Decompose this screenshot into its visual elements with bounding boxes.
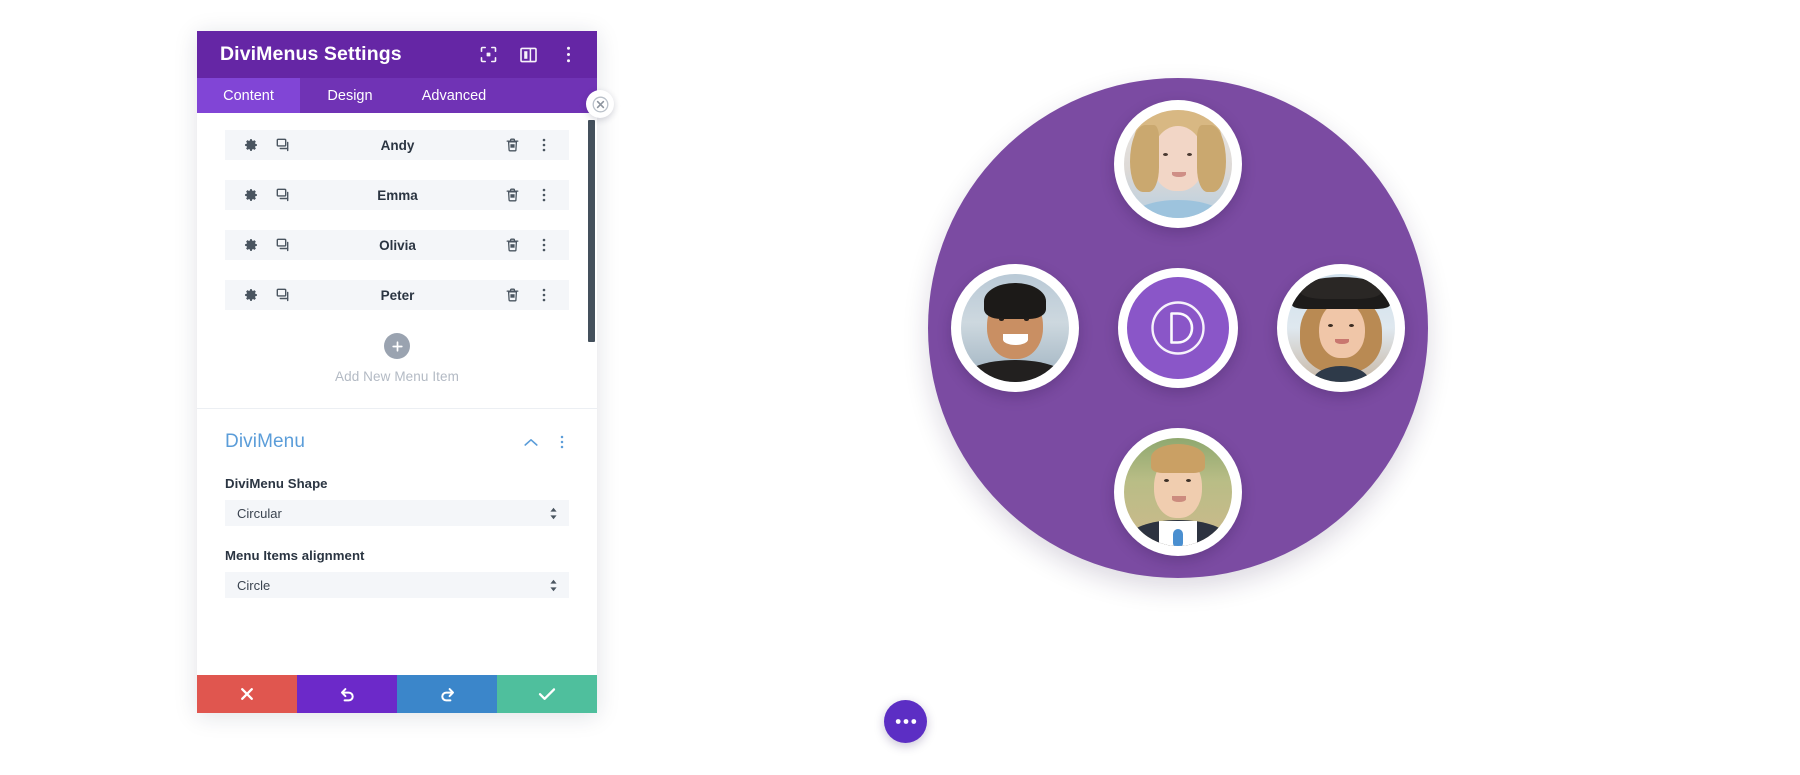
section-actions bbox=[524, 435, 569, 449]
avatar[interactable] bbox=[1114, 428, 1242, 556]
row-left-actions bbox=[243, 238, 290, 253]
field-divimenu-shape: DiviMenu Shape Circular bbox=[225, 476, 569, 526]
tab-advanced[interactable]: Advanced bbox=[400, 78, 508, 113]
row-right-actions bbox=[505, 238, 551, 253]
divimenu-shape-select[interactable]: Circular bbox=[225, 500, 569, 526]
panel-scrollbar[interactable] bbox=[588, 120, 595, 590]
divimenu-section: DiviMenu DiviMenu Shape Circular Menu It… bbox=[197, 409, 597, 598]
gear-icon[interactable] bbox=[243, 288, 258, 303]
undo-button[interactable] bbox=[297, 675, 397, 713]
avatar-image bbox=[1124, 110, 1232, 218]
page-title: DiviMenus Settings bbox=[220, 43, 402, 65]
panel-footer bbox=[197, 675, 597, 713]
field-label: DiviMenu Shape bbox=[225, 476, 328, 491]
section-header: DiviMenu bbox=[225, 431, 569, 453]
add-new-menu-item-button[interactable]: Add New Menu Item bbox=[197, 330, 597, 408]
more-vertical-icon[interactable] bbox=[559, 46, 577, 64]
field-menu-items-alignment: Menu Items alignment Circle bbox=[225, 548, 569, 598]
list-item-label: Olivia bbox=[379, 237, 416, 253]
avatar[interactable] bbox=[1114, 100, 1242, 228]
gear-icon[interactable] bbox=[243, 188, 258, 203]
avatar-image bbox=[1287, 274, 1395, 382]
tab-content[interactable]: Content bbox=[197, 78, 300, 113]
row-right-actions bbox=[505, 138, 551, 153]
panel-body: Andy Emma Olivia Peter Add New Menu Item… bbox=[197, 113, 597, 675]
gear-icon[interactable] bbox=[243, 138, 258, 153]
focus-frame-icon[interactable] bbox=[479, 46, 497, 64]
plus-icon[interactable] bbox=[384, 333, 410, 359]
duplicate-icon[interactable] bbox=[275, 188, 290, 203]
avatar[interactable] bbox=[1277, 264, 1405, 392]
chevron-up-icon[interactable] bbox=[524, 435, 538, 449]
panel-tabs: Content Design Advanced bbox=[197, 78, 597, 113]
list-item-label: Peter bbox=[380, 287, 415, 303]
more-vertical-icon[interactable] bbox=[536, 188, 551, 203]
more-vertical-icon[interactable] bbox=[536, 238, 551, 253]
avatar[interactable] bbox=[951, 264, 1079, 392]
redo-button[interactable] bbox=[397, 675, 497, 713]
save-button[interactable] bbox=[497, 675, 597, 713]
duplicate-icon[interactable] bbox=[275, 138, 290, 153]
trash-icon[interactable] bbox=[505, 288, 520, 303]
duplicate-icon[interactable] bbox=[275, 288, 290, 303]
select-value: Circular bbox=[237, 505, 282, 521]
menu-items-alignment-select[interactable]: Circle bbox=[225, 572, 569, 598]
list-item[interactable]: Emma bbox=[225, 180, 569, 210]
tab-design[interactable]: Design bbox=[300, 78, 400, 113]
panel-header: DiviMenus Settings bbox=[197, 31, 597, 78]
section-title: DiviMenu bbox=[225, 431, 305, 452]
add-new-menu-item-label: Add New Menu Item bbox=[334, 369, 459, 384]
trash-icon[interactable] bbox=[505, 138, 520, 153]
divi-logo-icon bbox=[1127, 277, 1229, 379]
more-options-fab[interactable] bbox=[884, 700, 927, 743]
close-icon[interactable] bbox=[586, 90, 614, 118]
trash-icon[interactable] bbox=[505, 188, 520, 203]
layout-columns-icon[interactable] bbox=[519, 46, 537, 64]
list-item[interactable]: Andy bbox=[225, 130, 569, 160]
list-item[interactable]: Peter bbox=[225, 280, 569, 310]
select-stepper-icon bbox=[549, 579, 558, 592]
avatar-image bbox=[1124, 438, 1232, 546]
select-stepper-icon bbox=[549, 507, 558, 520]
panel-header-actions bbox=[479, 46, 577, 64]
row-left-actions bbox=[243, 188, 290, 203]
divi-logo-button[interactable] bbox=[1118, 268, 1238, 388]
select-value: Circle bbox=[237, 577, 271, 593]
cancel-button[interactable] bbox=[197, 675, 297, 713]
field-label: Menu Items alignment bbox=[225, 548, 365, 563]
row-right-actions bbox=[505, 188, 551, 203]
list-item-label: Andy bbox=[380, 137, 415, 153]
divimenu-preview bbox=[928, 78, 1428, 578]
more-vertical-icon[interactable] bbox=[555, 435, 569, 449]
gear-icon[interactable] bbox=[243, 238, 258, 253]
list-item-label: Emma bbox=[377, 187, 418, 203]
row-right-actions bbox=[505, 288, 551, 303]
app-canvas: DiviMenus Settings Content Design Advanc… bbox=[0, 0, 1800, 775]
duplicate-icon[interactable] bbox=[275, 238, 290, 253]
avatar-image bbox=[961, 274, 1069, 382]
more-vertical-icon[interactable] bbox=[536, 288, 551, 303]
list-item[interactable]: Olivia bbox=[225, 230, 569, 260]
panel-scroll-area: Andy Emma Olivia Peter Add New Menu Item… bbox=[197, 113, 597, 675]
divimenus-settings-panel: DiviMenus Settings Content Design Advanc… bbox=[197, 31, 597, 713]
scrollbar-thumb[interactable] bbox=[588, 120, 595, 342]
more-vertical-icon[interactable] bbox=[536, 138, 551, 153]
row-left-actions bbox=[243, 138, 290, 153]
row-left-actions bbox=[243, 288, 290, 303]
menu-items-list: Andy Emma Olivia Peter bbox=[197, 113, 597, 310]
trash-icon[interactable] bbox=[505, 238, 520, 253]
